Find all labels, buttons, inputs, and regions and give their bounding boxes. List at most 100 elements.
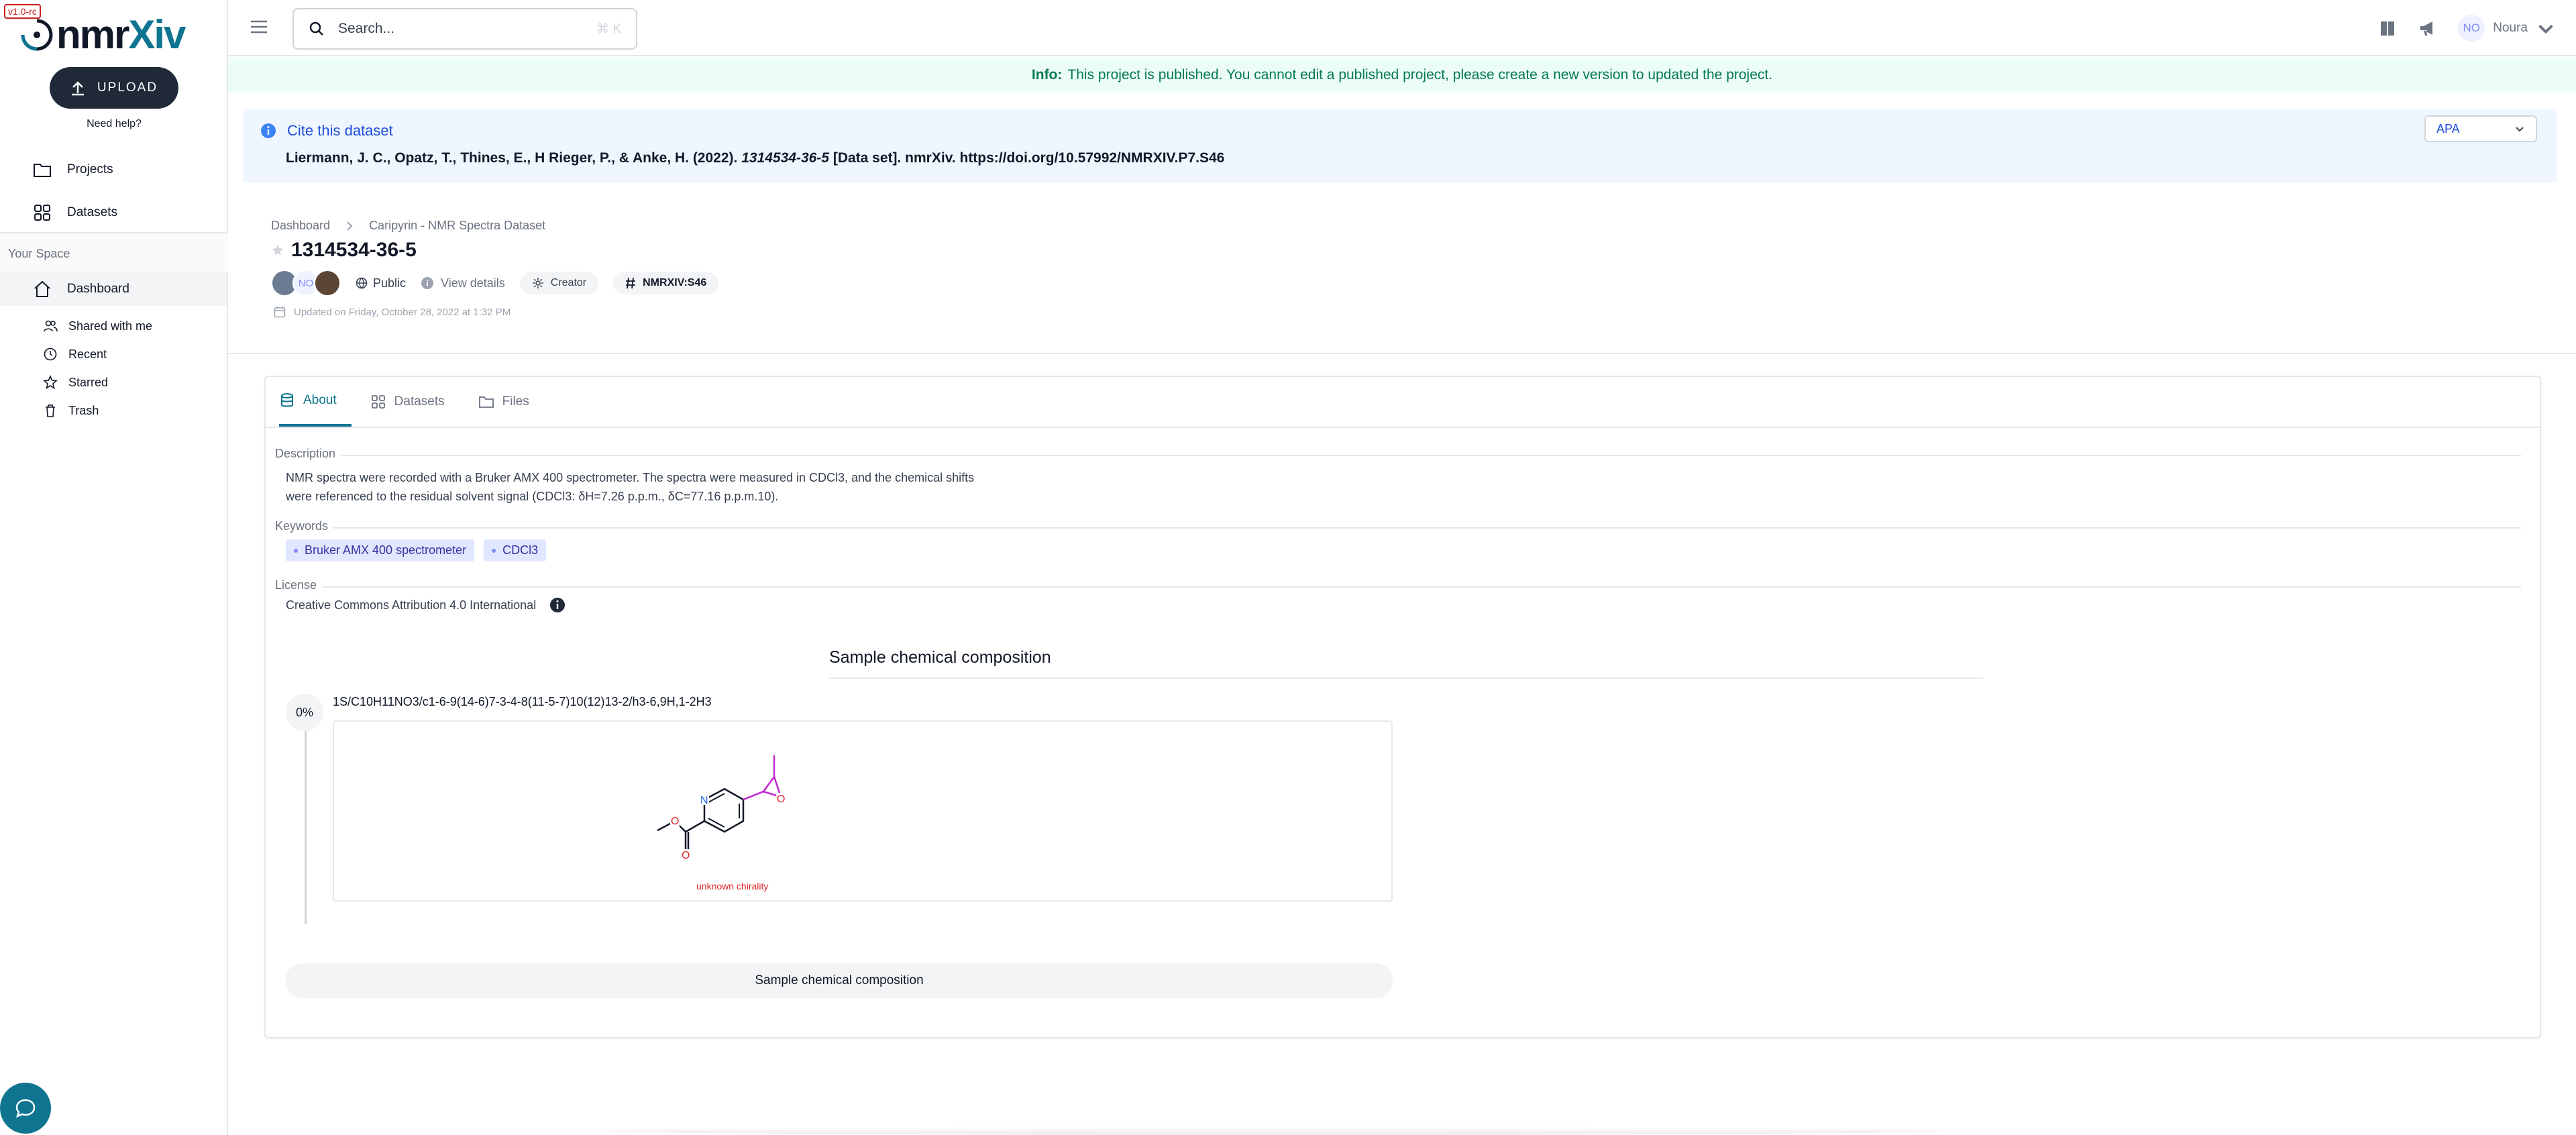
divider	[275, 586, 2521, 588]
description-label: Description	[275, 447, 341, 461]
users-icon	[44, 320, 58, 332]
avatar	[314, 270, 341, 296]
citation-rest: [Data set]. nmrXiv. https://doi.org/10.5…	[833, 150, 1225, 166]
your-space-label: Your Space	[0, 232, 228, 272]
citation-format-select[interactable]: APA	[2424, 115, 2537, 142]
need-help-link[interactable]: Need help?	[0, 118, 228, 130]
timeline-line	[305, 716, 307, 924]
tab-about[interactable]: About	[279, 377, 352, 427]
role-label: Creator	[550, 277, 587, 288]
chevron-right-icon	[347, 221, 353, 231]
view-details-link[interactable]: View details	[421, 276, 505, 290]
keyword-text: Bruker AMX 400 spectrometer	[305, 543, 467, 557]
sidebar-item-recent[interactable]: Recent	[43, 347, 107, 362]
folder-icon	[34, 164, 51, 177]
upload-icon	[71, 81, 84, 96]
sidebar-item-label: Dashboard	[67, 282, 129, 296]
visibility-status: Public	[356, 276, 406, 290]
breadcrumb-dashboard[interactable]: Dashboard	[271, 219, 330, 233]
sample-composition-button[interactable]: Sample chemical composition	[286, 963, 1393, 998]
search-shortcut: ⌘ K	[596, 21, 621, 36]
megaphone-icon[interactable]	[2418, 18, 2438, 38]
chirality-note: unknown chirality	[696, 881, 768, 891]
chevron-down-icon	[2516, 127, 2524, 132]
info-banner: Info: This project is published. You can…	[228, 58, 2576, 93]
percentage-badge: 0%	[286, 694, 323, 731]
keyword-tag[interactable]: CDCl3	[484, 539, 547, 561]
sidebar-item-dashboard[interactable]: Dashboard	[0, 272, 227, 306]
identifier-label: NMRXIV:S46	[643, 277, 707, 288]
visibility-label: Public	[373, 276, 407, 290]
keyword-tag[interactable]: Bruker AMX 400 spectrometer	[286, 539, 475, 561]
upload-label: UPLOAD	[97, 80, 158, 95]
keywords-label: Keywords	[275, 519, 334, 533]
atom-label-nitrogen: N	[700, 795, 708, 806]
chat-icon	[15, 1099, 36, 1118]
tab-files[interactable]: Files	[478, 377, 544, 427]
chat-button[interactable]	[0, 1083, 51, 1134]
citation-dataset-title: 1314534-36-5	[741, 150, 829, 166]
divider	[275, 527, 2521, 529]
trash-icon	[46, 404, 55, 417]
divider	[275, 455, 2521, 456]
star-icon[interactable]	[271, 244, 284, 257]
breadcrumb-project[interactable]: Caripyrin - NMR Spectra Dataset	[369, 219, 545, 233]
logo[interactable]: nmrXiv	[19, 15, 186, 55]
keyword-text: CDCl3	[502, 543, 539, 557]
page-title: 1314534-36-5	[271, 239, 417, 262]
tab-label: Datasets	[394, 394, 445, 409]
atom-label-oxygen: O	[682, 850, 690, 861]
license-row: Creative Commons Attribution 4.0 Interna…	[286, 597, 566, 613]
hash-icon	[626, 277, 636, 289]
divider	[228, 353, 2576, 354]
molecule-viewer[interactable]: N O O O unknown chirality	[333, 720, 1393, 902]
search-input[interactable]: Search... ⌘ K	[292, 8, 637, 50]
divider	[266, 427, 2540, 428]
citation-text: Liermann, J. C., Opatz, T., Thines, E., …	[286, 150, 1224, 166]
license-text: Creative Commons Attribution 4.0 Interna…	[286, 598, 537, 612]
settings-icon	[532, 278, 543, 288]
dot-icon	[294, 548, 298, 553]
composition-title: Sample chemical composition	[829, 648, 1051, 667]
top-icons: NO Noura	[2377, 15, 2556, 42]
calendar-icon	[274, 307, 286, 318]
avatar: NO	[2458, 15, 2485, 42]
updated-timestamp: Updated on Friday, October 28, 2022 at 1…	[274, 306, 511, 318]
grid-icon	[371, 395, 385, 409]
clock-icon	[44, 347, 57, 361]
chevron-down-icon	[2538, 24, 2553, 34]
sidebar-item-label: Starred	[68, 375, 109, 389]
sidebar-item-label: Datasets	[67, 205, 117, 219]
info-icon[interactable]	[549, 597, 566, 613]
tab-datasets[interactable]: Datasets	[370, 377, 460, 427]
avatar-group[interactable]: NO	[271, 270, 341, 296]
tab-label: About	[303, 393, 337, 407]
book-icon[interactable]	[2377, 18, 2398, 38]
info-icon	[421, 277, 434, 289]
sidebar-item-shared[interactable]: Shared with me	[43, 319, 152, 333]
atom-label-oxygen: O	[777, 794, 785, 805]
upload-button[interactable]: UPLOAD	[50, 67, 178, 109]
database-icon	[281, 393, 293, 407]
grid-icon	[34, 205, 50, 221]
identifier-badge[interactable]: NMRXIV:S46	[613, 272, 719, 294]
sidebar-item-trash[interactable]: Trash	[43, 403, 99, 418]
sidebar-item-label: Shared with me	[68, 319, 153, 333]
dot-icon	[492, 548, 496, 553]
folder-icon	[478, 396, 494, 408]
menu-icon[interactable]	[248, 16, 270, 38]
citation-format-value: APA	[2436, 121, 2460, 136]
home-icon	[34, 280, 50, 297]
tabs: About Datasets Files	[279, 377, 563, 427]
sidebar-item-projects[interactable]: Projects	[32, 160, 113, 180]
updated-label: Updated on Friday, October 28, 2022 at 1…	[294, 306, 511, 318]
user-menu[interactable]: NO Noura	[2458, 15, 2556, 42]
description-text: NMR spectra were recorded with a Bruker …	[286, 468, 1091, 506]
search-icon	[309, 21, 323, 36]
star-icon	[43, 375, 58, 390]
breadcrumb: Dashboard Caripyrin - NMR Spectra Datase…	[271, 219, 545, 233]
sidebar-item-starred[interactable]: Starred	[43, 375, 108, 390]
sidebar-item-datasets[interactable]: Datasets	[32, 203, 117, 223]
topbar: Search... ⌘ K NO Noura	[228, 0, 2576, 56]
info-prefix: Info:	[1031, 67, 1063, 83]
